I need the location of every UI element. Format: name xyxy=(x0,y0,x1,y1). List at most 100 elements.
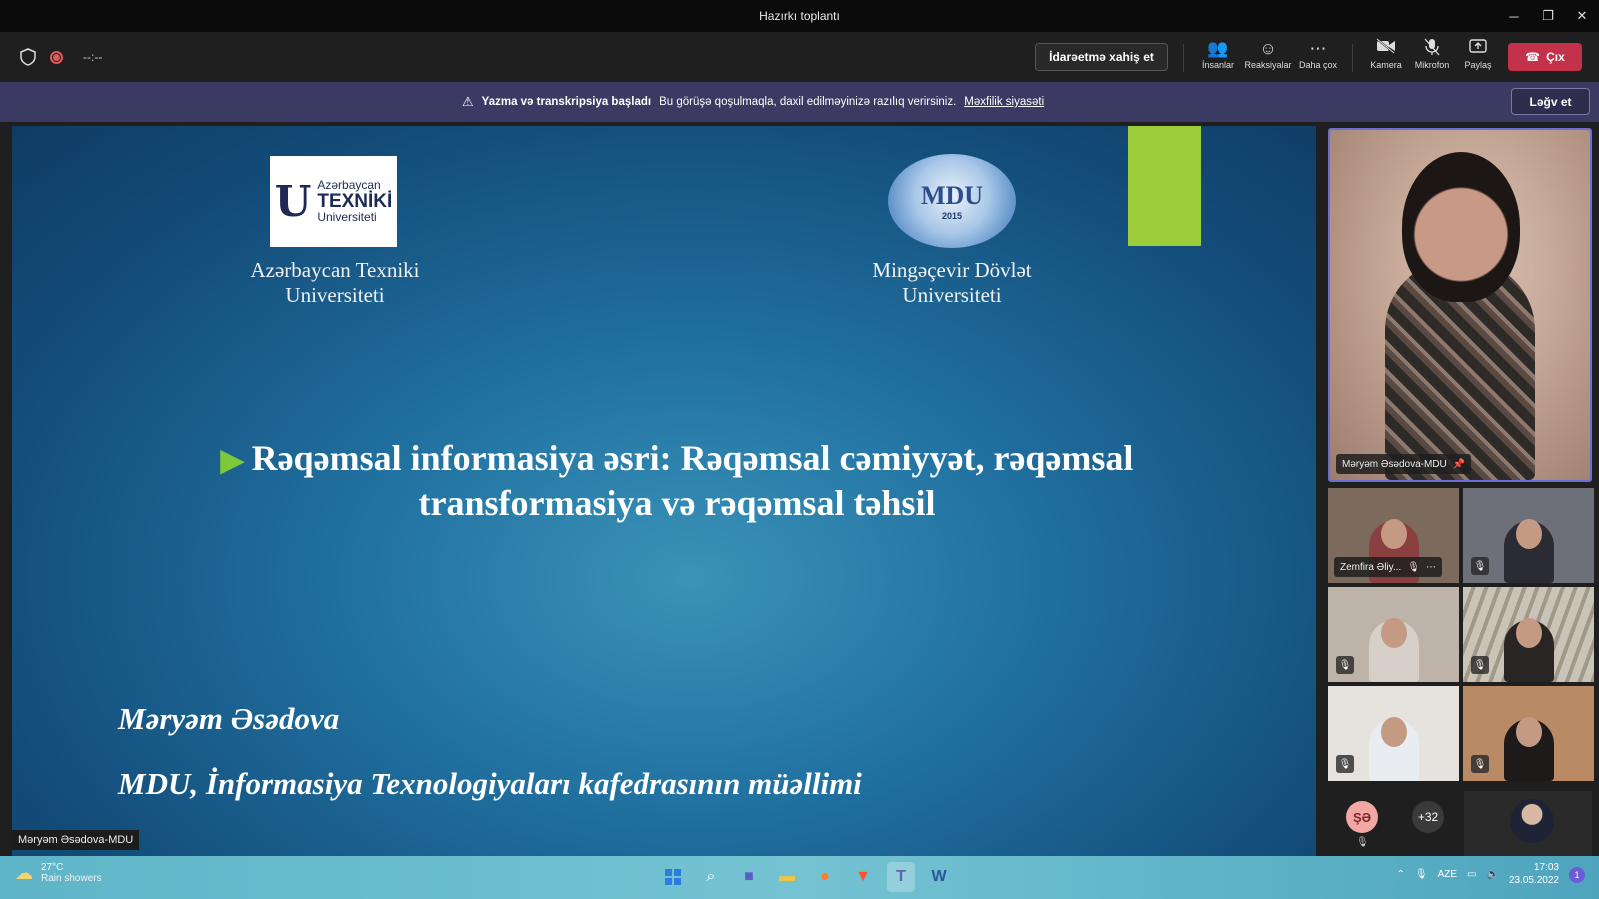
participant-roster: ŞƏ 🎙 +32 xyxy=(1328,791,1592,856)
system-tray: ⌃ 🎙 AZE ▭ 🔈 17:03 23.05.2022 1 xyxy=(1396,862,1585,887)
mic-off-icon: 🎙 xyxy=(1407,561,1420,573)
share-icon xyxy=(1469,38,1487,60)
start-icon[interactable] xyxy=(659,862,687,892)
aztu-logo-mark: U xyxy=(274,177,312,226)
clock-date: 23.05.2022 xyxy=(1508,874,1559,886)
notification-badge[interactable]: 1 xyxy=(1569,866,1585,883)
mic-muted-tray-icon[interactable]: 🎙 xyxy=(1415,869,1428,880)
people-button[interactable]: 👥 İnsanlar xyxy=(1192,38,1244,78)
camera-button[interactable]: Kamera xyxy=(1360,38,1412,78)
toolbar-divider xyxy=(1183,44,1184,72)
presenter-label: Məryəm Əsədova-MDU xyxy=(12,830,140,850)
slide-title-line2: transformasiya və rəqəmsal təhsil xyxy=(418,483,936,523)
weather-cloud-icon: ☁ xyxy=(15,862,33,883)
taskbar-apps: ⌕ ■ ▬ ● ▼ T W xyxy=(659,862,953,892)
more-button[interactable]: ⋯ Daha çox xyxy=(1292,38,1344,78)
meeting-timer: --:-- xyxy=(83,50,103,64)
clock-time: 17:03 xyxy=(1533,862,1559,873)
more-participants-button[interactable]: +32 xyxy=(1412,801,1444,833)
recording-banner: ⚠ Yazma və transkripsiya başladı Bu görü… xyxy=(0,82,1599,122)
shared-screen: U Azərbaycan TEXNİKİ Universiteti Azərba… xyxy=(12,126,1316,856)
participant-name-tag: Zemfira Əliy... 🎙 ⋯ xyxy=(1334,557,1442,577)
phone-hangup-icon: ☎ xyxy=(1525,50,1541,64)
participant-tile[interactable]: 🎙 xyxy=(1328,686,1459,781)
weather-condition: Rain showers xyxy=(41,873,102,884)
mic-off-icon: 🎙 xyxy=(1336,656,1354,674)
more-options-icon[interactable]: ⋯ xyxy=(1426,562,1436,573)
aztu-name: Azərbaycan Texniki Universiteti xyxy=(230,258,440,308)
mdu-logo: MDU 2015 xyxy=(888,154,1016,248)
leave-button[interactable]: ☎ Çıx xyxy=(1508,43,1582,71)
mdu-logo-text: MDU xyxy=(920,181,984,210)
participant-tile[interactable]: Zemfira Əliy... 🎙 ⋯ xyxy=(1328,488,1459,583)
meeting-toolbar: --:-- İdarəetmə xahiş et 👥 İnsanlar ☺ Re… xyxy=(0,32,1599,82)
weather-widget[interactable]: ☁ 27°C Rain showers xyxy=(15,862,102,884)
pin-icon[interactable]: 📌 xyxy=(1453,459,1465,470)
participant-name-tag: Məryəm Əsədova-MDU 📌 xyxy=(1336,454,1472,474)
mic-off-icon: 🎙 xyxy=(1471,755,1489,773)
share-button[interactable]: Paylaş xyxy=(1452,38,1504,78)
window-titlebar: Hazırkı toplantı ─ ❐ ✕ xyxy=(0,0,1599,32)
participant-tile-main[interactable]: Məryəm Əsədova-MDU 📌 xyxy=(1328,128,1592,482)
participant-video xyxy=(1368,719,1419,781)
brave-icon[interactable]: ▼ xyxy=(849,862,877,892)
mic-off-icon: 🎙 xyxy=(1471,557,1489,575)
chat-icon[interactable]: ■ xyxy=(735,862,763,892)
camera-off-icon xyxy=(1376,38,1396,60)
close-button[interactable]: ✕ xyxy=(1565,0,1599,32)
participant-video xyxy=(1368,620,1419,682)
os-taskbar: ☁ 27°C Rain showers ⌕ ■ ▬ ● ▼ T W ⌃ 🎙 AZ… xyxy=(0,856,1599,899)
file-explorer-icon[interactable]: ▬ xyxy=(773,862,801,892)
language-indicator[interactable]: AZE xyxy=(1438,869,1457,880)
avatar[interactable]: ŞƏ xyxy=(1346,801,1378,833)
volume-icon[interactable]: 🔈 xyxy=(1486,869,1498,880)
reactions-label: Reaksiyalar xyxy=(1244,60,1292,70)
recording-icon xyxy=(50,50,63,64)
participant-name: Məryəm Əsədova-MDU xyxy=(1342,458,1447,470)
slide-author: Məryəm Əsədova xyxy=(118,701,340,736)
teams-icon[interactable]: T xyxy=(887,862,915,892)
restore-button[interactable]: ❐ xyxy=(1531,0,1565,32)
aztu-logo-line2: TEXNİKİ xyxy=(317,190,393,212)
toolbar-divider xyxy=(1352,44,1353,72)
privacy-policy-link[interactable]: Məxfilik siyasəti xyxy=(964,96,1044,108)
participant-tile[interactable]: 🎙 xyxy=(1463,587,1594,682)
participant-tile[interactable]: 🎙 xyxy=(1463,686,1594,781)
mic-off-icon: 🎙 xyxy=(1471,656,1489,674)
aztu-name-line1: Azərbaycan Texniki xyxy=(250,258,420,282)
warning-icon: ⚠ xyxy=(462,94,474,109)
window-title: Hazırkı toplantı xyxy=(759,9,840,23)
mdu-logo-year: 2015 xyxy=(941,211,963,221)
reactions-button[interactable]: ☺ Reaksiyalar xyxy=(1242,38,1294,78)
search-icon[interactable]: ⌕ xyxy=(697,862,725,892)
firefox-icon[interactable]: ● xyxy=(811,862,839,892)
request-control-button[interactable]: İdarəetmə xahiş et xyxy=(1035,43,1168,71)
participant-tile[interactable]: 🎙 xyxy=(1328,587,1459,682)
chevron-up-icon[interactable]: ⌃ xyxy=(1396,869,1404,880)
word-icon[interactable]: W xyxy=(925,862,953,892)
decorative-rectangle xyxy=(1128,126,1201,246)
share-label: Paylaş xyxy=(1464,60,1492,70)
mic-button[interactable]: Mikrofon xyxy=(1406,38,1458,78)
aztu-logo-line3: Universiteti xyxy=(317,210,377,225)
participant-tile[interactable] xyxy=(1464,791,1592,856)
banner-message: ⚠ Yazma və transkripsiya başladı Bu görü… xyxy=(462,82,1044,122)
mdu-name: Mingəçevir Dövlət Universiteti xyxy=(846,258,1058,308)
participant-video xyxy=(1503,719,1554,781)
slide-department: MDU, İnformasiya Texnologiyaları kafedra… xyxy=(118,766,862,801)
slide-title: ▶ Rəqəmsal informasiya əsri: Rəqəmsal cəm… xyxy=(182,436,1172,526)
people-label: İnsanlar xyxy=(1201,60,1235,70)
participant-face xyxy=(1402,152,1520,302)
slide-title-line1: Rəqəmsal informasiya əsri: Rəqəmsal cəmi… xyxy=(251,438,1134,478)
participant-tile[interactable]: 🎙 xyxy=(1463,488,1594,583)
camera-label: Kamera xyxy=(1370,60,1402,70)
banner-title: Yazma və transkripsiya başladı xyxy=(481,96,652,108)
cancel-recording-button[interactable]: Ləğv et xyxy=(1511,88,1590,115)
banner-text: Bu görüşə qoşulmaqla, daxil edilməyinizə… xyxy=(659,96,957,108)
weather-temp: 27°C xyxy=(41,862,64,873)
play-arrow-icon: ▶ xyxy=(220,444,244,477)
network-icon[interactable]: ▭ xyxy=(1467,869,1476,880)
clock[interactable]: 17:03 23.05.2022 xyxy=(1509,862,1559,887)
mic-off-icon: 🎙 xyxy=(1336,755,1354,773)
minimize-button[interactable]: ─ xyxy=(1497,0,1531,32)
